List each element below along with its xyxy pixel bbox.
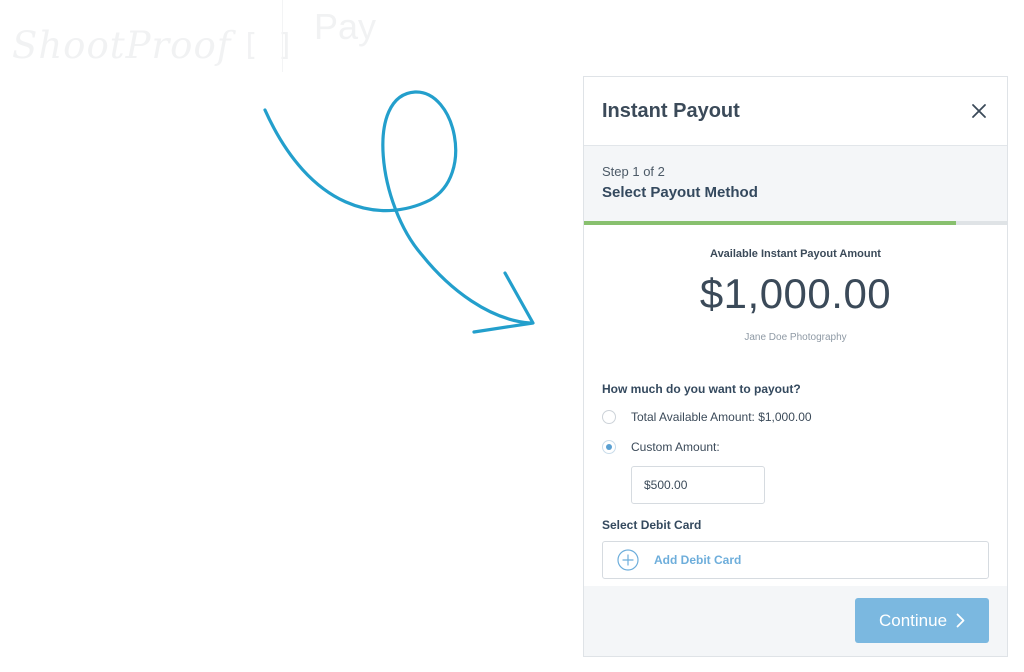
step-count: Step 1 of 2 xyxy=(602,164,665,179)
payout-question: How much do you want to payout? xyxy=(602,382,801,396)
option-custom-amount[interactable]: Custom Amount: xyxy=(602,438,989,456)
step-name: Select Payout Method xyxy=(602,184,758,201)
payout-amount-block: Available Instant Payout Amount $1,000.0… xyxy=(584,225,1007,343)
debit-card-heading: Select Debit Card xyxy=(602,518,702,532)
add-debit-card-label: Add Debit Card xyxy=(654,553,742,567)
modal-footer: Continue xyxy=(584,586,1007,656)
payout-amount-value: $1,000.00 xyxy=(699,270,892,317)
add-debit-card-button[interactable]: Add Debit Card xyxy=(602,541,989,579)
payout-owner-name: Jane Doe Photography xyxy=(744,332,847,343)
brand-logo: ShootProof [ ] xyxy=(12,18,296,72)
radio-custom-amount[interactable] xyxy=(602,440,616,454)
custom-amount-input[interactable] xyxy=(631,466,765,504)
progress-bar-fill xyxy=(584,221,957,225)
modal-header: Instant Payout xyxy=(584,77,1007,146)
logo-product-name: Pay xyxy=(314,6,377,47)
logo-wordmark: ShootProof xyxy=(12,23,232,67)
option-total-amount-label: Total Available Amount: $1,000.00 xyxy=(631,410,812,424)
instant-payout-modal: Instant Payout Step 1 of 2 Select Payout… xyxy=(583,76,1008,657)
logo-divider xyxy=(282,0,283,72)
chevron-right-icon xyxy=(956,613,965,628)
continue-button[interactable]: Continue xyxy=(855,598,989,643)
loop-arrow-icon xyxy=(263,90,535,334)
plus-circle-icon xyxy=(617,549,639,571)
close-icon xyxy=(972,104,986,118)
option-custom-amount-label: Custom Amount: xyxy=(631,440,720,454)
radio-total-amount[interactable] xyxy=(602,410,616,424)
payout-amount-label: Available Instant Payout Amount xyxy=(710,248,881,260)
close-button[interactable] xyxy=(967,99,991,123)
logo-frame-icon: [ ] xyxy=(245,27,297,63)
continue-label: Continue xyxy=(878,610,948,630)
payout-form: How much do you want to payout? Total Av… xyxy=(584,382,1007,579)
step-panel: Step 1 of 2 Select Payout Method xyxy=(584,146,1007,221)
progress-bar xyxy=(584,221,1007,225)
modal-title: Instant Payout xyxy=(602,99,740,122)
option-total-amount[interactable]: Total Available Amount: $1,000.00 xyxy=(602,408,989,426)
